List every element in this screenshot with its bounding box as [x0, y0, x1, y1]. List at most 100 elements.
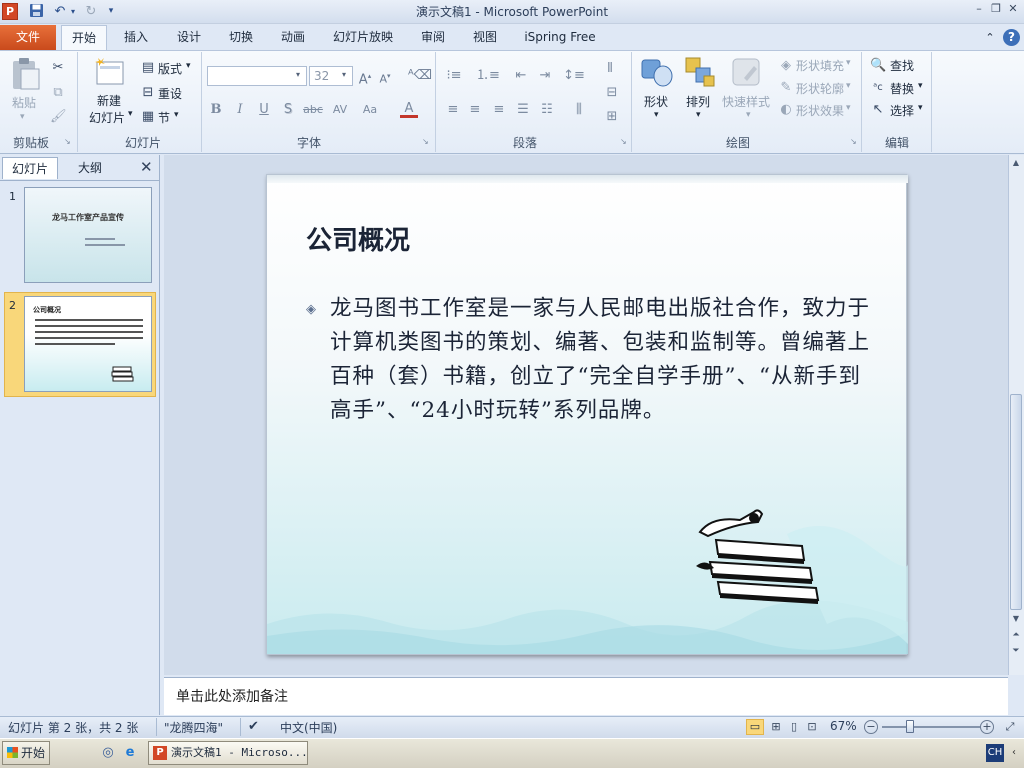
arrange-icon[interactable]	[684, 56, 716, 90]
zoom-out-icon[interactable]: −	[864, 720, 878, 734]
notes-placeholder[interactable]: 单击此处添加备注	[176, 686, 288, 706]
reading-view-icon[interactable]: ▯	[786, 719, 802, 735]
justify-icon[interactable]: ☰	[514, 101, 532, 119]
restore-icon[interactable]: ❐	[989, 2, 1003, 16]
paragraph-launcher-icon[interactable]: ↘	[620, 137, 627, 146]
bullets-icon[interactable]: ⁝≡	[444, 67, 464, 85]
change-case-button[interactable]: Aa	[358, 101, 382, 119]
shapes-button[interactable]: 形状	[644, 93, 668, 110]
next-slide-icon[interactable]: ⏷	[1010, 646, 1022, 660]
new-slide-dropdown-icon[interactable]: ▾	[128, 109, 133, 119]
language-status[interactable]: 中文(中国)	[280, 719, 337, 736]
copy-icon[interactable]: ⧉	[50, 84, 66, 102]
replace-button[interactable]: 替换	[890, 80, 914, 97]
zoom-in-icon[interactable]: +	[980, 720, 994, 734]
close-icon[interactable]: ✕	[1006, 2, 1020, 16]
tab-review[interactable]: 审阅	[411, 25, 455, 50]
scroll-up-icon[interactable]: ▲	[1010, 158, 1022, 170]
tab-insert[interactable]: 插入	[114, 25, 158, 50]
paste-dropdown-icon[interactable]: ▾	[20, 112, 25, 122]
line-spacing-icon[interactable]: ↕≡	[562, 67, 586, 85]
paste-icon[interactable]	[9, 57, 41, 91]
numbering-icon[interactable]: ⒈≡	[476, 67, 500, 85]
underline-button[interactable]: U	[256, 101, 272, 119]
slideshow-view-icon[interactable]: ⊡	[804, 719, 820, 735]
arrange-button[interactable]: 排列	[686, 93, 710, 110]
decrease-indent-icon[interactable]: ⇤	[512, 67, 530, 85]
align-text-icon[interactable]: ⊟	[600, 84, 624, 102]
bold-button[interactable]: B	[208, 101, 224, 119]
zoom-level[interactable]: 67%	[830, 719, 857, 733]
tab-ispring[interactable]: iSpring Free	[518, 25, 602, 50]
new-slide-button-line1[interactable]: 新建	[97, 92, 121, 109]
ime-indicator[interactable]: CH	[986, 744, 1004, 762]
quick-styles-button[interactable]: 快速样式	[722, 93, 770, 110]
font-color-button[interactable]: A	[400, 100, 418, 118]
select-button[interactable]: 选择	[890, 102, 914, 119]
font-name-combo[interactable]	[207, 66, 307, 86]
layout-button[interactable]: 版式	[158, 60, 182, 77]
minimize-icon[interactable]: –	[972, 2, 986, 16]
tab-home[interactable]: 开始	[61, 25, 107, 50]
paste-button[interactable]: 粘贴	[12, 94, 36, 111]
tab-outline-pane[interactable]: 大纲	[62, 157, 118, 179]
shadow-button[interactable]: S	[280, 101, 296, 119]
columns-icon[interactable]: ⫼	[568, 101, 590, 119]
grow-font-icon[interactable]: A▴	[356, 67, 374, 87]
char-spacing-button[interactable]: AV	[328, 101, 352, 119]
slide-title[interactable]: 公司概况	[306, 220, 410, 257]
quick-styles-icon[interactable]	[730, 56, 762, 90]
books-clipart-icon[interactable]	[692, 506, 822, 606]
font-size-combo[interactable]: 32	[309, 66, 353, 86]
smartart-icon[interactable]: ⊞	[600, 108, 624, 126]
slide-thumbnail-2[interactable]: 公司概况	[24, 296, 152, 392]
drawing-launcher-icon[interactable]: ↘	[850, 137, 857, 146]
font-name-dropdown-icon[interactable]: ▾	[296, 70, 300, 79]
shape-fill-button[interactable]: 形状填充	[796, 57, 844, 74]
slide-body-text[interactable]: 龙马图书工作室是一家与人民邮电出版社合作，致力于计算机类图书的策划、编著、包装和…	[330, 292, 870, 428]
notes-pane[interactable]	[164, 677, 1008, 715]
tray-expand-icon[interactable]: ‹	[1008, 744, 1020, 762]
fit-to-window-icon[interactable]: ⤢	[1002, 719, 1018, 735]
theme-name-status[interactable]: "龙腾四海"	[164, 719, 223, 736]
tab-view[interactable]: 视图	[463, 25, 507, 50]
normal-view-icon[interactable]: ▭	[746, 719, 764, 735]
arrange-dropdown-icon[interactable]: ▾	[696, 110, 701, 120]
shape-fill-dropdown-icon[interactable]: ▾	[846, 58, 851, 68]
layout-dropdown-icon[interactable]: ▾	[186, 61, 191, 71]
font-launcher-icon[interactable]: ↘	[422, 137, 429, 146]
shrink-font-icon[interactable]: A▾	[376, 67, 394, 86]
new-slide-icon[interactable]	[94, 57, 126, 87]
spellcheck-icon[interactable]: ✔	[248, 719, 259, 734]
text-direction-icon[interactable]: ⫴	[598, 60, 622, 78]
align-right-icon[interactable]: ≡	[490, 101, 508, 119]
taskbar-powerpoint-button[interactable]: P 演示文稿1 - Microso...	[148, 741, 308, 765]
cut-icon[interactable]: ✂	[50, 59, 66, 77]
replace-dropdown-icon[interactable]: ▾	[918, 81, 923, 91]
help-icon[interactable]: ?	[1003, 29, 1020, 46]
tab-file[interactable]: 文件	[0, 25, 56, 50]
quick-styles-dropdown-icon[interactable]: ▾	[746, 110, 751, 120]
format-painter-icon[interactable]: 🖌	[50, 108, 67, 126]
strikethrough-button[interactable]: abc	[302, 101, 324, 119]
align-center-icon[interactable]: ≡	[466, 101, 484, 119]
slide-thumbnail-1[interactable]: 龙马工作室产品宣传	[24, 187, 152, 283]
close-pane-icon[interactable]: ✕	[140, 158, 153, 176]
new-slide-button[interactable]: 幻灯片	[89, 109, 125, 126]
previous-slide-icon[interactable]: ⏶	[1010, 630, 1022, 644]
slide-sorter-icon[interactable]: ⊞	[768, 719, 784, 735]
quick-launch-icon[interactable]: ◎	[100, 745, 116, 761]
shape-effects-button[interactable]: 形状效果	[796, 102, 844, 119]
tab-animations[interactable]: 动画	[271, 25, 315, 50]
shape-outline-button[interactable]: 形状轮廓	[796, 80, 844, 97]
tab-slides-pane[interactable]: 幻灯片	[2, 157, 58, 179]
distributed-icon[interactable]: ☷	[538, 101, 556, 119]
shapes-icon[interactable]	[640, 56, 674, 90]
shape-outline-dropdown-icon[interactable]: ▾	[846, 81, 851, 91]
clipboard-launcher-icon[interactable]: ↘	[64, 137, 71, 146]
start-button[interactable]: 开始	[2, 741, 50, 765]
increase-indent-icon[interactable]: ⇥	[536, 67, 554, 85]
collapse-ribbon-icon[interactable]: ⌃	[982, 25, 998, 50]
select-dropdown-icon[interactable]: ▾	[918, 103, 923, 113]
zoom-slider-track[interactable]	[882, 726, 980, 728]
